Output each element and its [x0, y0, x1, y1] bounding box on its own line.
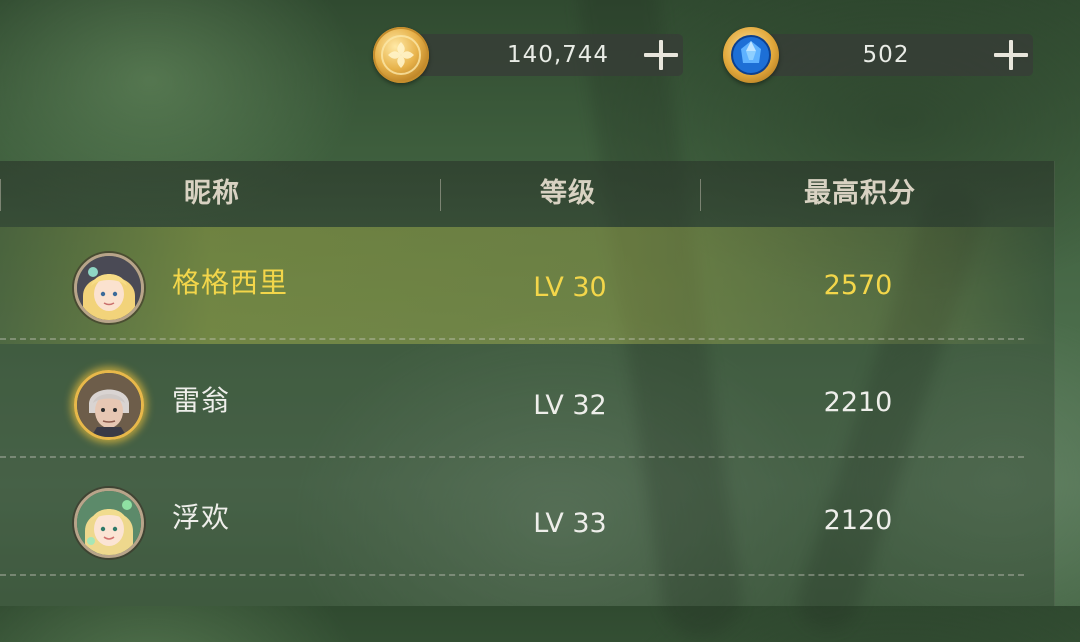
- player-avatar[interactable]: [74, 253, 144, 323]
- table-row[interactable]: 浮欢 LV 33 2120: [0, 462, 1054, 579]
- player-level: LV 30: [533, 272, 607, 303]
- blue-gem-icon: [723, 27, 779, 83]
- table-row[interactable]: 格格西里 LV 30 2570: [0, 227, 1054, 344]
- header-nickname: 昵称: [184, 178, 240, 209]
- gem-currency: 502: [723, 27, 1035, 83]
- player-level: LV 32: [533, 390, 607, 421]
- row-divider: [0, 574, 1024, 576]
- table-row[interactable]: 雷翁 LV 32 2210: [0, 344, 1054, 461]
- player-nickname: 格格西里: [172, 266, 289, 299]
- add-gems-button[interactable]: [994, 40, 1028, 70]
- ranking-table: 昵称 等级 最高积分 格格西里 LV 30 2570 雷翁 LV 32 2210…: [0, 161, 1055, 606]
- row-divider: [0, 338, 1024, 340]
- player-score: 2210: [823, 387, 893, 418]
- player-nickname: 雷翁: [172, 384, 231, 417]
- header-high-score: 最高积分: [804, 178, 916, 209]
- table-header: 昵称 等级 最高积分: [0, 161, 1054, 227]
- header-level: 等级: [540, 178, 596, 209]
- gold-amount: 140,744: [506, 42, 610, 68]
- player-score: 2570: [823, 270, 893, 301]
- gold-currency: 140,744: [373, 27, 685, 83]
- gem-amount: 502: [862, 42, 910, 68]
- column-separator: [700, 179, 701, 211]
- player-level: LV 33: [533, 508, 607, 539]
- column-separator: [440, 179, 441, 211]
- column-separator: [0, 179, 1, 211]
- player-nickname: 浮欢: [172, 501, 231, 534]
- add-gold-button[interactable]: [644, 40, 678, 70]
- player-score: 2120: [823, 505, 893, 536]
- player-avatar[interactable]: [74, 488, 144, 558]
- gold-coin-icon: [373, 27, 429, 83]
- row-divider: [0, 456, 1024, 458]
- player-avatar[interactable]: [74, 370, 144, 440]
